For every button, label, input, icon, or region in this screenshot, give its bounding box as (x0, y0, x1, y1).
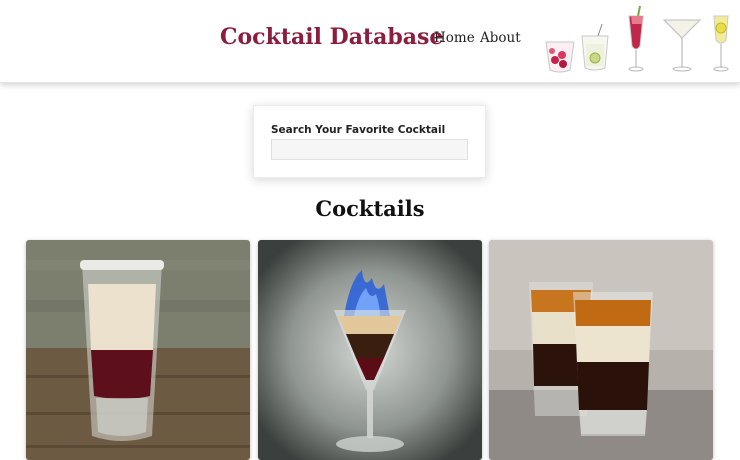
cocktail-glasses-illustration (545, 5, 729, 73)
nav-link-home[interactable]: Home (434, 30, 475, 46)
site-title[interactable]: Cocktail Database (220, 24, 443, 50)
cocktail-card[interactable] (26, 240, 250, 460)
lemon-glass-icon (713, 15, 729, 72)
section-title: Cocktails (315, 196, 425, 221)
search-label: Search Your Favorite Cocktail (271, 124, 446, 136)
cocktail-card[interactable] (489, 240, 713, 460)
cocktail-photo-flaming-shot (258, 240, 482, 460)
lime-glass-icon (581, 23, 609, 71)
rocks-glass-icon (545, 41, 575, 73)
site-header: Cocktail Database Home About (0, 0, 740, 83)
flute-glass-icon (628, 5, 644, 72)
nav-link-about[interactable]: About (480, 30, 521, 46)
cocktail-photo-layered-shot (26, 240, 250, 460)
search-panel: Search Your Favorite Cocktail (253, 105, 486, 178)
martini-glass-icon (662, 19, 702, 72)
search-input[interactable] (271, 139, 468, 160)
cocktail-card[interactable] (258, 240, 482, 460)
cocktail-photo-layered-shots (489, 240, 713, 460)
